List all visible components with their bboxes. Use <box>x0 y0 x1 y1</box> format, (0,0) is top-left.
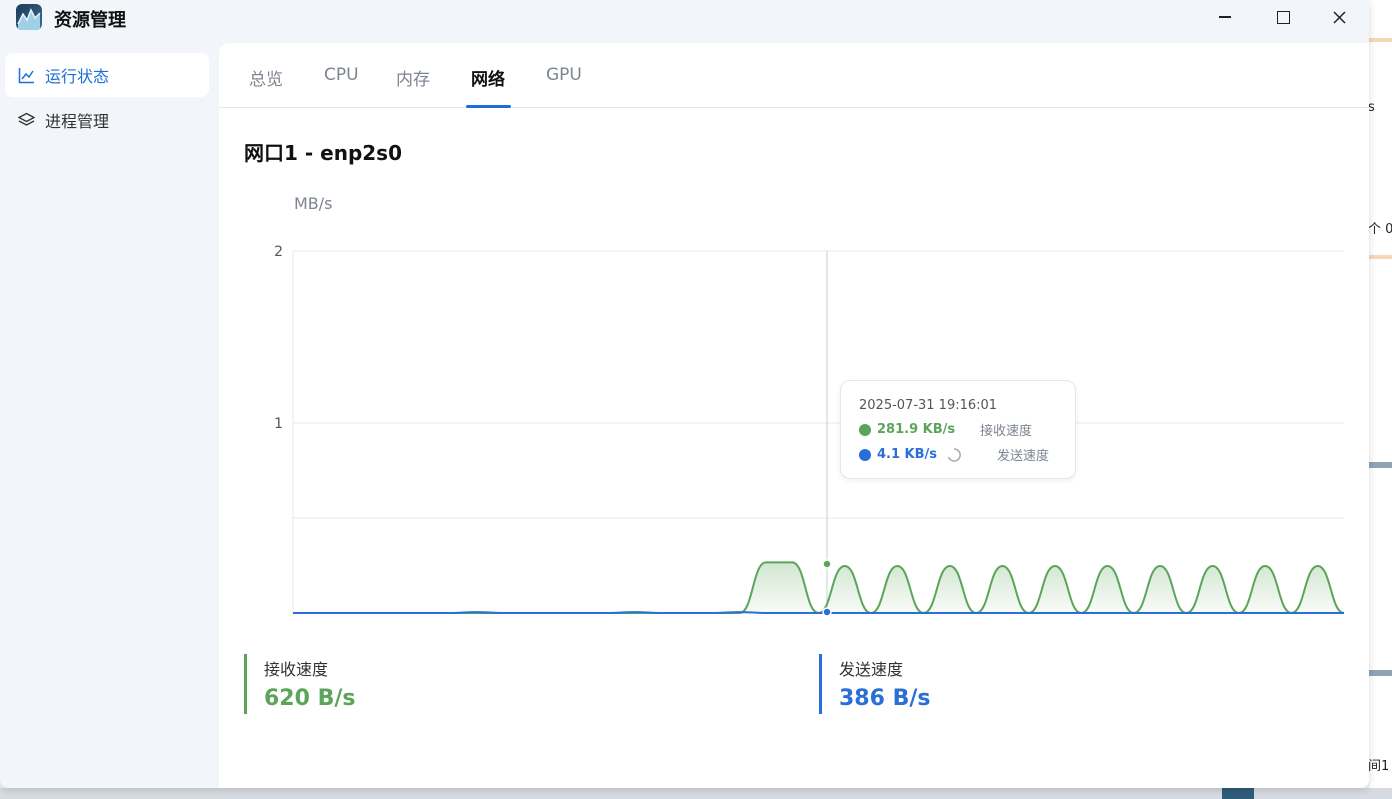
tooltip-tx-name: 发送速度 <box>997 449 1050 464</box>
tab-memory[interactable]: 内存 <box>396 65 430 90</box>
series-line-tx <box>292 611 1344 614</box>
legend-dot-tx <box>859 448 871 461</box>
resource-manager-window: 资源管理 运行状态 进程管理 总览 CPU 内存 网络 GPU 网口1 - en… <box>0 0 1369 788</box>
section-title: 网口1 - enp2s0 <box>244 141 402 165</box>
loading-spinner-icon <box>947 447 961 462</box>
y-axis-unit: MB/s <box>294 194 333 213</box>
background-line <box>1369 255 1392 259</box>
sidebar-item-label: 运行状态 <box>45 67 110 86</box>
sidebar-item-label: 进程管理 <box>45 112 110 131</box>
main-content: 总览 CPU 内存 网络 GPU 网口1 - enp2s0 MB/s 2 1 2… <box>219 43 1369 788</box>
maximize-button[interactable] <box>1255 0 1311 34</box>
tab-overview[interactable]: 总览 <box>249 65 283 90</box>
chart-tooltip: 2025-07-31 19:16:01 281.9 KB/s 接收速度 4.1 … <box>840 380 1076 479</box>
tooltip-row-tx: 4.1 KB/s 发送速度 <box>859 447 1059 464</box>
minimize-icon <box>1219 16 1231 18</box>
sidebar-item-processes[interactable]: 进程管理 <box>5 98 209 142</box>
background-text: 个 0 和 <box>1368 222 1392 237</box>
tooltip-rx-value: 281.9 KB/s <box>877 422 956 437</box>
stat-tx-label: 发送速度 <box>839 660 904 679</box>
series-area-rx <box>293 562 1344 613</box>
tab-bar: 总览 CPU 内存 网络 GPU <box>219 43 1369 108</box>
background-line <box>1369 38 1392 42</box>
window-title: 资源管理 <box>54 10 126 31</box>
stat-rx: 接收速度 620 B/s <box>244 654 355 714</box>
network-chart: 2 1 <box>274 244 1345 617</box>
hover-point-rx <box>822 559 832 569</box>
background-text: 间1 <box>1368 759 1390 774</box>
stat-rx-value: 620 B/s <box>264 686 356 711</box>
background-line <box>1369 462 1392 468</box>
tooltip-rx-name: 接收速度 <box>980 424 1033 439</box>
taskbar-block <box>1222 788 1254 799</box>
sidebar-item-status[interactable]: 运行状态 <box>5 53 209 97</box>
layers-icon <box>17 111 35 129</box>
grid <box>292 250 1344 614</box>
y-tick-label: 2 <box>274 244 283 260</box>
tooltip-time: 2025-07-31 19:16:01 <box>859 398 998 413</box>
maximize-icon <box>1276 10 1290 24</box>
tab-cpu[interactable]: CPU <box>324 65 359 85</box>
stat-rx-label: 接收速度 <box>264 660 329 679</box>
tooltip-row-rx: 281.9 KB/s 接收速度 <box>859 422 1059 439</box>
sidebar: 运行状态 进程管理 <box>0 42 219 788</box>
close-icon <box>1332 10 1346 24</box>
title-bar: 资源管理 <box>0 0 1369 42</box>
active-tab-indicator <box>466 105 511 108</box>
hover-point-tx <box>822 607 832 617</box>
tooltip-tx-value: 4.1 KB/s <box>877 447 938 462</box>
minimize-button[interactable] <box>1197 0 1253 34</box>
legend-dot-rx <box>859 423 871 436</box>
tab-network[interactable]: 网络 <box>471 65 505 90</box>
desktop-background <box>1369 0 1392 799</box>
app-monitor-icon <box>16 4 42 30</box>
background-line <box>1369 670 1392 676</box>
stat-tx-value: 386 B/s <box>839 686 931 711</box>
series-line-rx <box>292 561 1345 615</box>
background-text: s <box>1368 100 1375 115</box>
stat-tx: 发送速度 386 B/s <box>819 654 930 714</box>
close-button[interactable] <box>1311 0 1367 34</box>
taskbar-background <box>0 788 1392 799</box>
chart-line-icon <box>17 66 35 84</box>
tab-gpu[interactable]: GPU <box>546 65 582 85</box>
y-tick-label: 1 <box>274 416 283 432</box>
